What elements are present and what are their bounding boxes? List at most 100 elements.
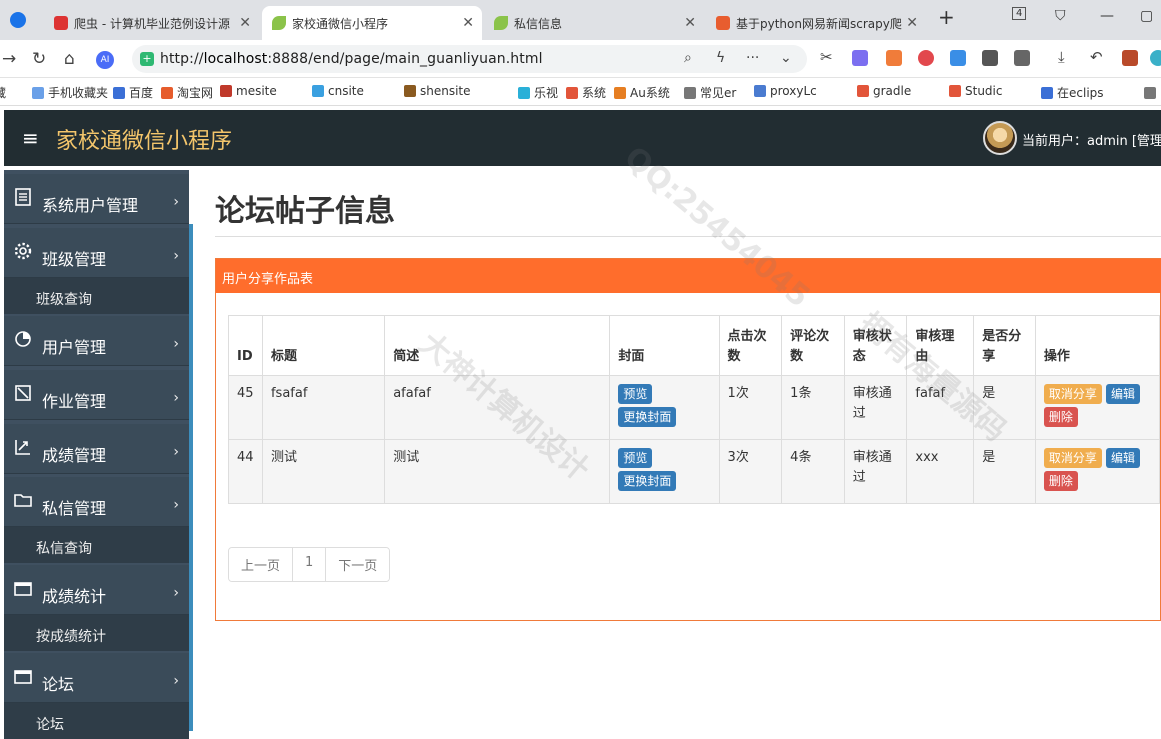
bookmark-item[interactable]: 常见er — [684, 84, 736, 101]
unshare-button[interactable]: 取消分享 — [1043, 384, 1102, 404]
more-icon[interactable]: ··· — [746, 50, 759, 66]
column-header[interactable]: 审核状态 — [843, 315, 908, 376]
browser-tab-4[interactable]: 基于python网易新闻scrapy爬 ✕ — [706, 6, 926, 40]
bookmark-item[interactable]: shensite — [404, 84, 471, 98]
tab-close-icon[interactable]: ✕ — [684, 15, 696, 31]
column-header[interactable]: 封面 — [609, 315, 720, 376]
table-header-row: ID 标题 简述 封面 点击次数 评论次数 审核状态 审核理由 是否分享 操作 — [228, 315, 1161, 376]
bookmark-item[interactable]: Au系统 — [614, 84, 670, 101]
sidebar-item-users[interactable]: 用户管理 › — [4, 316, 189, 366]
current-user-label[interactable]: 当前用户：admin [管理 — [1022, 130, 1161, 149]
url-text[interactable]: http://localhost:8888/end/page/main_guan… — [160, 51, 543, 67]
column-header[interactable]: ID — [228, 315, 263, 376]
change-cover-button[interactable]: 更换封面 — [618, 471, 677, 491]
page-title: 论坛帖子信息 — [215, 194, 395, 229]
column-header[interactable]: 审核理由 — [906, 315, 975, 376]
chevron-down-icon[interactable]: ⌄ — [780, 50, 792, 66]
back-icon[interactable]: → — [2, 49, 16, 69]
prev-page-button[interactable]: 上一页 — [229, 548, 294, 581]
sidebar-item-messages[interactable]: 私信管理 › — [4, 477, 189, 527]
new-tab-icon[interactable]: + — [938, 5, 955, 29]
reload-icon[interactable]: ↻ — [32, 49, 46, 69]
ai-icon[interactable]: AI — [96, 51, 114, 69]
cell-title: fsafaf — [261, 375, 386, 440]
bookmark-label: 百度 — [129, 86, 154, 100]
browser-tab-3[interactable]: 私信信息 ✕ — [484, 6, 704, 40]
sidebar-item-forum[interactable]: 论坛 › — [4, 653, 189, 703]
mail-ext-icon[interactable] — [950, 50, 966, 66]
pagination: 上一页 1 下一页 — [228, 547, 391, 582]
undo-icon[interactable]: ↶ — [1090, 48, 1106, 66]
bag-ext-icon[interactable] — [1122, 50, 1138, 66]
sidebar-item-system-users[interactable]: 系统用户管理 › — [4, 174, 189, 224]
tab-close-icon[interactable]: ✕ — [462, 15, 474, 31]
edit-button[interactable]: 编辑 — [1105, 384, 1140, 404]
delete-button[interactable]: 删除 — [1043, 471, 1078, 491]
browser-tab-2[interactable]: 家校通微信小程序 ✕ — [262, 6, 482, 40]
zoom-icon[interactable]: ⌕ — [684, 50, 692, 66]
weibo-ext-icon[interactable] — [918, 50, 934, 66]
bookmark-item[interactable]: 乐视 — [518, 84, 558, 101]
bookmark-item[interactable]: cnsite — [312, 84, 364, 98]
sidebar-subitem-message-query[interactable]: 私信查询 — [4, 527, 189, 563]
bookmark-item[interactable]: 百度 — [113, 84, 153, 101]
bookmark-item[interactable]: Studic — [949, 84, 1002, 98]
bookmark-item[interactable]: 藏 — [0, 84, 6, 101]
column-header[interactable]: 评论次数 — [781, 315, 845, 376]
preview-button[interactable]: 预览 — [618, 384, 653, 404]
next-page-button[interactable]: 下一页 — [326, 548, 390, 581]
sidebar-item-label: 私信管理 — [42, 499, 107, 518]
sidebar-item-class[interactable]: 班级管理 › — [4, 228, 189, 278]
menu-toggle-icon[interactable]: ≡ — [22, 126, 39, 150]
tab-close-icon[interactable]: ✕ — [239, 15, 251, 31]
column-header[interactable]: 是否分享 — [973, 315, 1036, 376]
edit-button[interactable]: 编辑 — [1105, 448, 1140, 468]
gear-icon — [14, 242, 32, 260]
column-header[interactable]: 简述 — [384, 315, 611, 376]
bookmark-item[interactable]: mesite — [220, 84, 277, 98]
bookmark-item[interactable]: 淘宝网 — [161, 84, 213, 101]
column-header[interactable]: 操作 — [1034, 315, 1161, 376]
page-number-button[interactable]: 1 — [293, 548, 327, 581]
bookmark-item[interactable]: Linux面 — [1144, 84, 1161, 101]
sidebar-subitem-forum[interactable]: 论坛 — [4, 703, 189, 739]
column-header[interactable]: 点击次数 — [718, 315, 783, 376]
collections-icon[interactable]: ⛉ — [1055, 8, 1066, 24]
scissors-icon[interactable]: ✂ — [820, 48, 836, 66]
sidebar-item-label: 用户管理 — [42, 338, 107, 357]
bookmark-item[interactable]: proxyLc — [754, 84, 817, 98]
lightning-icon[interactable]: ϟ — [716, 50, 725, 66]
preview-button[interactable]: 预览 — [618, 448, 653, 468]
tab-count-badge[interactable]: 4 — [1012, 7, 1027, 20]
unshare-button[interactable]: 取消分享 — [1043, 448, 1102, 468]
app-brand[interactable]: 家校通微信小程序 — [56, 123, 232, 155]
bookmark-item[interactable]: 在eclips — [1041, 84, 1104, 101]
download-icon[interactable]: ⤓ — [1058, 48, 1074, 66]
avatar[interactable] — [983, 121, 1017, 155]
sidebar-item-homework[interactable]: 作业管理 › — [4, 370, 189, 420]
sidebar-subitem-class-query[interactable]: 班级查询 — [4, 278, 189, 314]
bookmark-item[interactable]: gradle — [857, 84, 911, 98]
cell-comments: 1条 — [781, 375, 845, 440]
address-bar[interactable]: + http://localhost:8888/end/page/main_gu… — [132, 45, 807, 73]
maximize-icon[interactable]: ▢ — [1140, 8, 1153, 24]
translate-ext-icon[interactable] — [852, 50, 868, 66]
sidebar-subitem-stats-by-grade[interactable]: 按成绩统计 — [4, 615, 189, 651]
minimize-icon[interactable]: — — [1100, 8, 1114, 24]
change-cover-button[interactable]: 更换封面 — [618, 407, 677, 427]
screenshot-ext-icon[interactable] — [982, 50, 998, 66]
tab-close-icon[interactable]: ✕ — [906, 15, 918, 31]
sidebar-item-grade-stats[interactable]: 成绩统计 › — [4, 565, 189, 615]
browser-logo-icon[interactable] — [10, 12, 26, 28]
puzzle-icon[interactable] — [1014, 50, 1030, 66]
bookmark-item[interactable]: 手机收藏夹 — [32, 84, 108, 101]
browser-tab-1[interactable]: 爬虫 - 计算机毕业范例设计源 ✕ — [44, 6, 259, 40]
delete-button[interactable]: 删除 — [1043, 407, 1078, 427]
home-icon[interactable]: ⌂ — [64, 49, 75, 69]
column-header[interactable]: 标题 — [261, 315, 386, 376]
tab-favicon-icon — [54, 16, 68, 30]
game-ext-icon[interactable] — [886, 50, 902, 66]
profile-icon[interactable] — [1150, 50, 1161, 66]
sidebar-item-grades[interactable]: 成绩管理 › — [4, 424, 189, 474]
bookmark-item[interactable]: 系统 — [566, 84, 606, 101]
